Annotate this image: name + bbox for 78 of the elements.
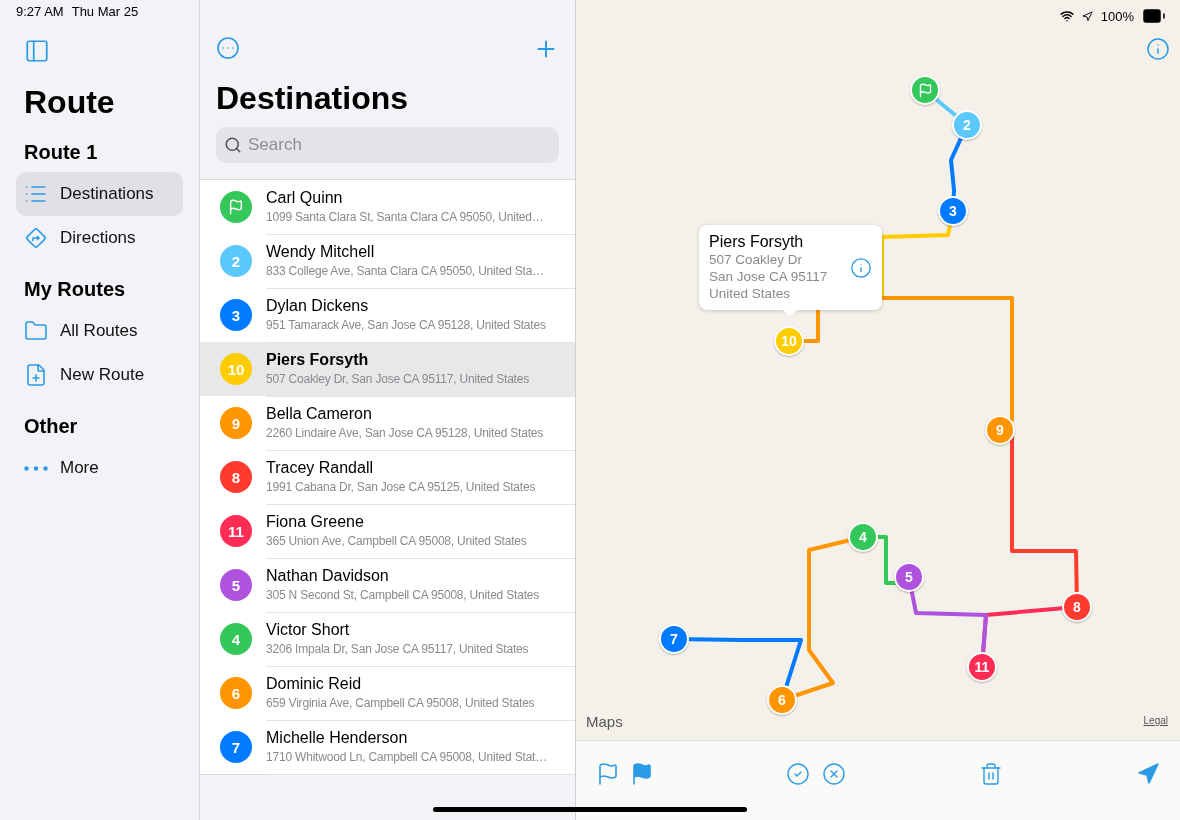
directions-icon [24, 226, 48, 250]
legal-link[interactable]: Legal [1143, 715, 1168, 726]
destination-row[interactable]: 10 Piers Forsyth 507 Coakley Dr, San Jose CA 95117, United States [200, 342, 575, 396]
destination-name: Wendy Mitchell [266, 243, 376, 261]
destination-name: Dylan Dickens [266, 297, 370, 315]
destination-address: 951 Tamarack Ave, San Jose CA 95128, United States [266, 318, 547, 332]
location-button[interactable] [1136, 761, 1160, 786]
sidebar-item[interactable]: More [16, 446, 183, 490]
info-icon[interactable] [850, 256, 872, 279]
flag-icon [228, 199, 244, 215]
number-badge: 8 [220, 461, 252, 493]
map-pin[interactable]: 7 [659, 624, 689, 654]
section-heading: Other [24, 415, 79, 438]
callout-pointer [783, 310, 797, 316]
search-icon [224, 136, 242, 154]
destination-address: 1991 Cabana Dr, San Jose CA 95125, United States [266, 480, 537, 494]
trash-button[interactable] [979, 761, 1003, 786]
map-pin[interactable]: 5 [894, 562, 924, 592]
number-badge: 3 [220, 299, 252, 331]
section-heading: My Routes [24, 278, 127, 301]
number-badge: 5 [220, 569, 252, 601]
destination-address: 659 Virginia Ave, Campbell CA 95008, United States [266, 696, 536, 710]
maps-logo: Maps [586, 713, 623, 730]
callout-address: San Jose CA 95117 [709, 268, 829, 285]
flag-outline-button[interactable] [596, 761, 620, 786]
list-title: Destinations [216, 80, 410, 117]
number-badge: 11 [220, 515, 252, 547]
destination-address: 833 College Ave, Santa Clara CA 95050, United Sta… [266, 264, 545, 278]
flag-icon [917, 82, 933, 98]
destination-address: 507 Coakley Dr, San Jose CA 95117, United States [266, 372, 530, 386]
check-button[interactable] [786, 761, 810, 786]
callout-address: United States [709, 285, 792, 302]
cancel-button[interactable] [822, 761, 846, 786]
number-badge: 10 [220, 353, 252, 385]
sidebar-toggle-icon[interactable] [24, 38, 50, 64]
map-pin[interactable]: 11 [967, 652, 997, 682]
map-pin[interactable] [910, 75, 940, 105]
new-document-icon [24, 363, 48, 387]
status-time: 9:27 AM [16, 4, 64, 19]
wifi-icon [1059, 9, 1074, 23]
destination-address: 1710 Whitwood Ln, Campbell CA 95008, United Stat… [266, 750, 549, 764]
destination-name: Carl Quinn [266, 189, 344, 207]
callout-address: 507 Coakley Dr [709, 251, 804, 268]
number-badge: 2 [220, 245, 252, 277]
info-button[interactable] [1146, 37, 1170, 61]
destination-address: 3206 Impala Dr, San Jose CA 95117, United States [266, 642, 530, 656]
number-badge: 9 [220, 407, 252, 439]
destination-name: Victor Short [266, 621, 351, 639]
status-date: Thu Mar 25 [71, 4, 139, 19]
callout-name: Piers Forsyth [709, 233, 805, 251]
battery-percent: 100% [1100, 8, 1134, 24]
flag-filled-button[interactable] [630, 761, 654, 786]
sidebar-item[interactable]: Destinations [16, 172, 183, 216]
destination-name: Bella Cameron [266, 405, 373, 423]
number-badge: 7 [220, 731, 252, 763]
destination-address: 1099 Santa Clara St, Santa Clara CA 95050, United… [266, 210, 545, 224]
destination-name: Piers Forsyth [266, 351, 370, 369]
sidebar-title: Route [24, 84, 116, 121]
destination-address: 365 Union Ave, Campbell CA 95008, United States [266, 534, 528, 548]
destination-name: Nathan Davidson [266, 567, 390, 585]
destination-address: 305 N Second St, Campbell CA 95008, United States [266, 588, 541, 602]
destination-name: Fiona Greene [266, 513, 365, 531]
number-badge: 6 [220, 677, 252, 709]
more-options-icon[interactable] [216, 36, 240, 60]
map-pin[interactable]: 8 [1062, 592, 1092, 622]
folder-icon [24, 319, 48, 343]
map-pin[interactable]: 3 [938, 196, 968, 226]
section-heading: Route 1 [24, 141, 99, 164]
destination-name: Michelle Henderson [266, 729, 409, 747]
sidebar-item[interactable]: New Route [16, 353, 183, 397]
more-icon [24, 465, 48, 471]
sidebar-item[interactable]: Directions [16, 216, 183, 260]
destination-name: Tracey Randall [266, 459, 374, 477]
number-badge: 4 [220, 623, 252, 655]
destination-name: Dominic Reid [266, 675, 363, 693]
destination-address: 2260 Lindaire Ave, San Jose CA 95128, United States [266, 426, 545, 440]
location-icon [1081, 10, 1093, 22]
sidebar-item[interactable]: All Routes [16, 309, 183, 353]
